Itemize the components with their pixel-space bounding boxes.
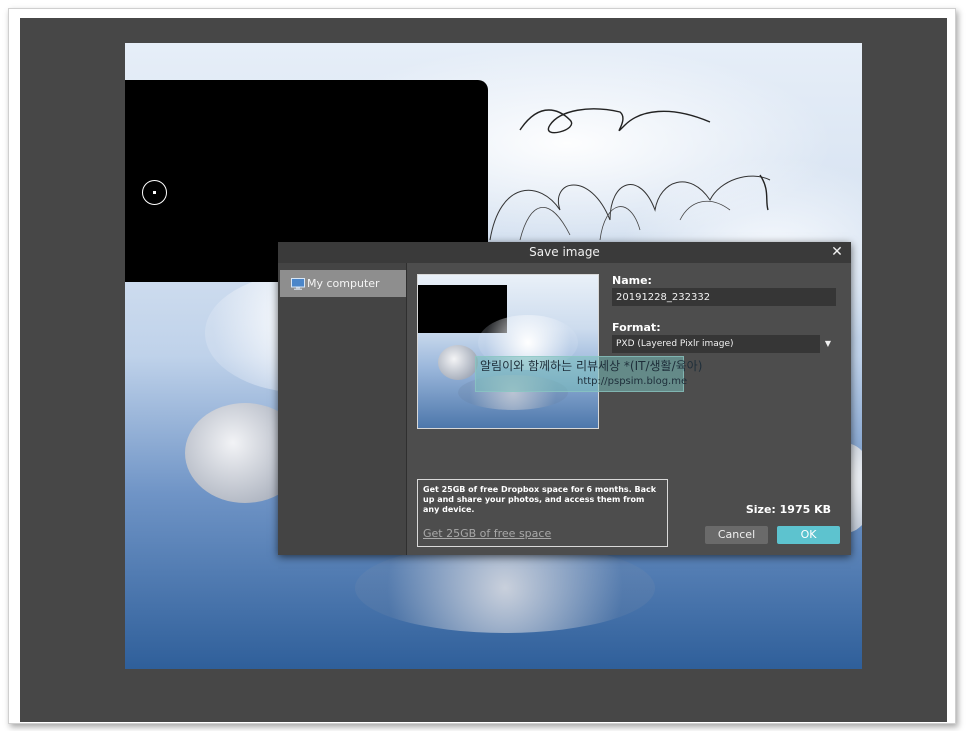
image-preview [417,274,599,429]
chevron-down-icon[interactable]: ▼ [821,335,835,353]
save-location-sidebar: My computer [278,263,407,555]
watermark-url: http://pspsim.blog.me [577,376,688,387]
save-image-dialog: Save image ✕ My computer Name: Format: P… [278,242,851,555]
sidebar-item-my-computer[interactable]: My computer [280,270,406,297]
promo-link[interactable]: Get 25GB of free space [423,527,551,540]
sidebar-item-label: My computer [307,277,380,290]
format-label: Format: [612,321,661,334]
file-size: Size: 1975 KB [745,503,831,516]
format-select[interactable]: PXD (Layered Pixlr image) [612,335,820,353]
cancel-button[interactable]: Cancel [705,526,768,544]
dialog-title: Save image [278,242,851,263]
close-icon[interactable]: ✕ [830,244,844,260]
sketch-strokes [489,108,771,241]
swan-group [355,543,655,633]
name-input[interactable] [612,288,836,306]
promo-text: Get 25GB of free Dropbox space for 6 mon… [423,485,657,514]
ok-button[interactable]: OK [777,526,840,544]
preview-swan [438,345,478,380]
watermark-text: 알림이와 함께하는 리뷰세상 *(IT/생활/육아) [480,359,703,373]
dropbox-promo: Get 25GB of free Dropbox space for 6 mon… [417,479,668,547]
brush-cursor-center [153,191,156,194]
monitor-icon [291,278,305,290]
name-label: Name: [612,274,652,287]
